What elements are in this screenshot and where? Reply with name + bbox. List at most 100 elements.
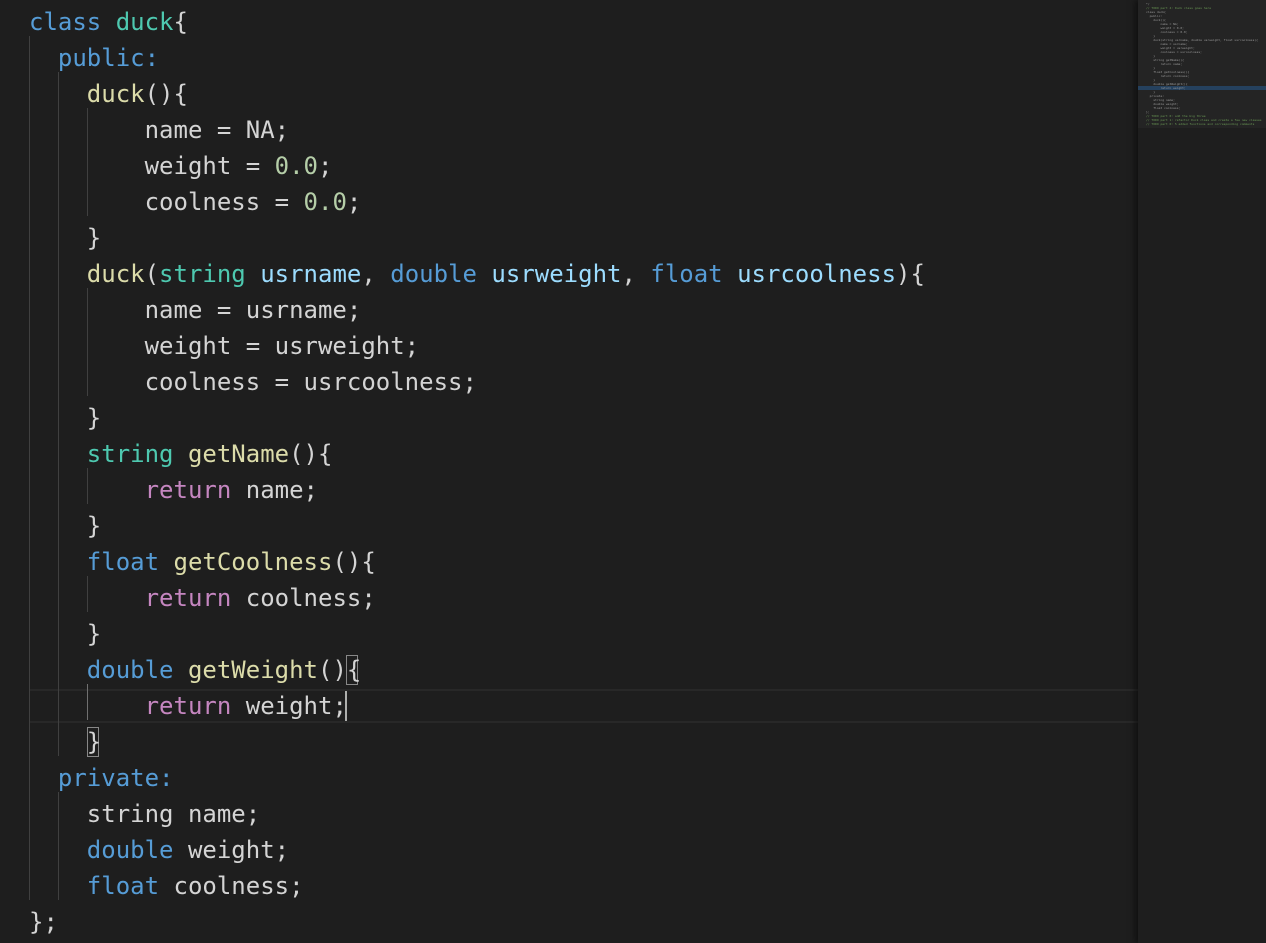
code-line: } (29, 724, 101, 760)
code-line: return weight; (29, 688, 347, 724)
code-line: return name; (29, 472, 318, 508)
code-line: return coolness; (29, 580, 376, 616)
code-token: weight = (29, 152, 275, 180)
code-token: 0.0 (303, 188, 347, 216)
code-token: name = usrname; (29, 296, 362, 324)
code-token: string name; (29, 800, 261, 828)
code-line: string getName(){ (29, 436, 333, 472)
code-token: getWeight (187, 656, 318, 684)
code-token: } (29, 620, 102, 648)
minimap-line: // TODO part 0: 5 added functions and co… (1146, 122, 1255, 126)
code-token: string (86, 440, 174, 468)
code-line: } (29, 220, 101, 256)
code-token: { (173, 8, 188, 36)
code-line: class duck{ (29, 4, 188, 40)
code-token: weight; (231, 692, 347, 720)
code-token: return (144, 692, 232, 720)
code-token: weight = usrweight; (29, 332, 420, 360)
code-token: name; (231, 476, 318, 504)
code-line: coolness = usrcoolness; (29, 364, 477, 400)
code-token: }; (29, 908, 58, 936)
code-line: } (29, 616, 101, 652)
code-line: double getWeight(){ (29, 652, 362, 688)
code-line: coolness = 0.0; (29, 184, 362, 220)
code-token: usrweight (491, 260, 622, 288)
code-token: name = NA; (29, 116, 290, 144)
code-token: (){ (289, 440, 333, 468)
code-token: double (390, 260, 477, 288)
code-token: coolness; (159, 872, 304, 900)
code-line: }; (29, 904, 58, 940)
code-token: } (29, 512, 102, 540)
minimap-line: float coolness; (1146, 106, 1181, 110)
code-token: 0.0 (274, 152, 318, 180)
code-token: } (29, 728, 102, 756)
code-line: name = usrname; (29, 292, 362, 328)
code-token: coolness; (231, 584, 376, 612)
code-line: weight = 0.0; (29, 148, 333, 184)
code-token: float (86, 872, 160, 900)
code-token: ){ (896, 260, 925, 288)
code-token: return (144, 476, 232, 504)
code-token: , (361, 260, 391, 288)
code-token: class (29, 8, 116, 36)
code-line: float getCoolness(){ (29, 544, 376, 580)
code-token: ; (346, 188, 362, 216)
code-token: coolness = usrcoolness; (29, 368, 477, 396)
code-token: float (86, 548, 160, 576)
code-token: ; (318, 152, 333, 180)
code-token: } (29, 404, 102, 432)
code-line: weight = usrweight; (29, 328, 420, 364)
code-line: double weight; (29, 832, 289, 868)
code-token: duck (86, 260, 145, 288)
code-token: usrcoolness (737, 260, 897, 288)
code-line: string name; (29, 796, 260, 832)
code-token: return (144, 584, 232, 612)
minimap[interactable]: */// TODO part 4: Duck class goes here cl… (1138, 0, 1266, 943)
code-line: } (29, 508, 101, 544)
code-token: (){ (144, 80, 188, 108)
code-line: private: (29, 760, 174, 796)
code-line: public: (29, 40, 159, 76)
code-token: getName (187, 440, 290, 468)
code-token: getCoolness (173, 548, 333, 576)
code-token: public: (57, 44, 160, 72)
code-line: } (29, 400, 101, 436)
text-cursor (345, 691, 347, 721)
code-token: float (650, 260, 723, 288)
code-line: duck(){ (29, 76, 188, 112)
code-token: ( (144, 260, 160, 288)
code-token: private: (57, 764, 174, 792)
code-token: } (29, 224, 102, 252)
code-line: duck(string usrname, double usrweight, f… (29, 256, 925, 292)
code-token: duck (115, 8, 174, 36)
code-line: float coolness; (29, 868, 304, 904)
code-token: (){ (332, 548, 376, 576)
code-token: , (621, 260, 651, 288)
code-token: double (86, 836, 174, 864)
code-token: duck (86, 80, 145, 108)
code-token: usrname (260, 260, 362, 288)
code-token: double (86, 656, 174, 684)
code-token: weight; (173, 836, 290, 864)
code-editor[interactable]: class duck{ public: duck(){ name = NA; w… (0, 0, 1138, 943)
code-token: coolness = (29, 188, 304, 216)
